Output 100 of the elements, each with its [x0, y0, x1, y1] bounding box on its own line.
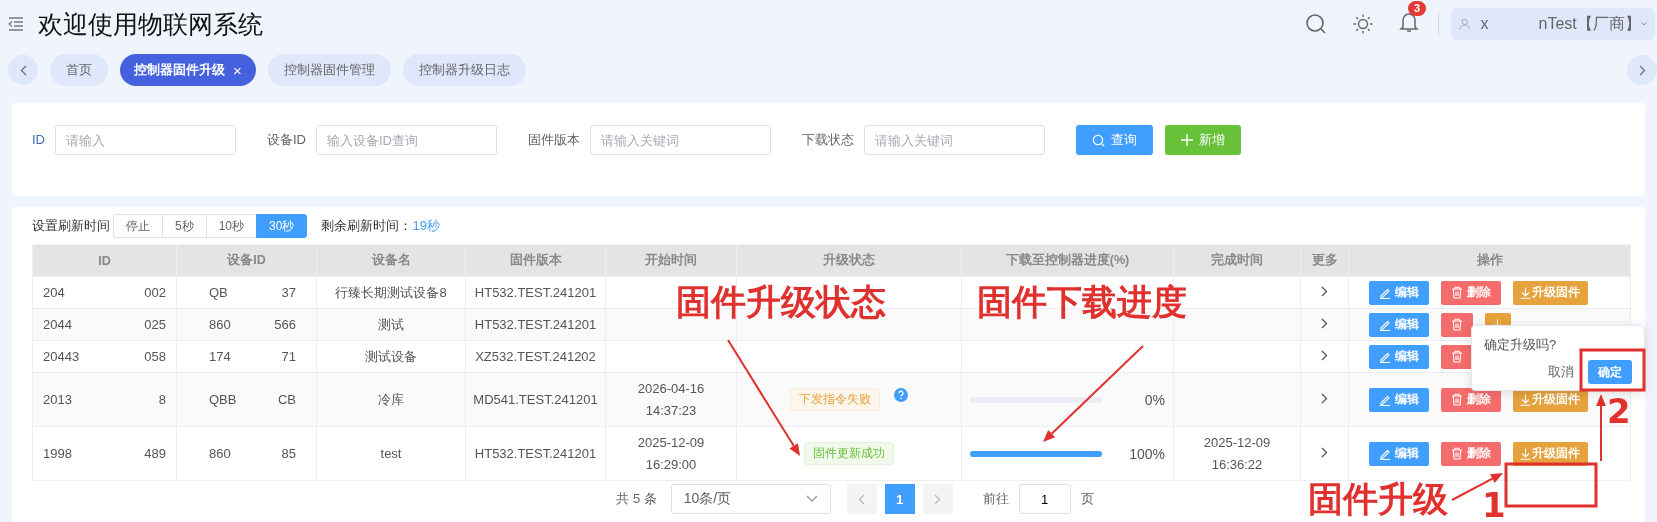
table-cell: 566 [274, 317, 296, 332]
user-name: x [1480, 15, 1489, 33]
interval-button[interactable]: 30秒 [256, 214, 308, 238]
table-cell: HT532.TEST.241201 [474, 317, 597, 332]
plus-icon [1181, 134, 1193, 146]
input-field[interactable]: 请输入关键词 [864, 125, 1045, 155]
tab[interactable]: 控制器升级日志 [402, 54, 526, 86]
table-cell: 002 [144, 285, 166, 300]
table-cell: 860 [209, 317, 231, 332]
cancel-link[interactable]: 取消 [1548, 363, 1574, 381]
column-header: ID [32, 244, 177, 277]
upgrade-button[interactable]: 升级固件 [1513, 280, 1588, 305]
field-label: 固件版本 [528, 131, 580, 149]
trash-icon [1451, 393, 1463, 406]
table-cell: 2026-04-16 14:37:23 [637, 380, 705, 418]
user-name: nTest【厂商】 [1538, 13, 1641, 34]
download-icon [1520, 447, 1531, 460]
interval-button[interactable]: 10秒 [205, 214, 258, 238]
table-cell: 2025-12-09 16:36:22 [1203, 434, 1271, 472]
step-number: 1 [1482, 488, 1506, 522]
table-cell: 058 [144, 349, 166, 364]
column-header: 更多 [1300, 244, 1349, 277]
close-icon[interactable]: × [233, 61, 242, 79]
edit-button[interactable]: 编辑 [1369, 344, 1429, 369]
delete-button[interactable] [1441, 312, 1473, 337]
table-cell: HT532.TEST.241201 [474, 446, 597, 461]
chevron-right-icon[interactable] [1321, 318, 1328, 329]
interval-button[interactable]: 停止 [113, 214, 163, 238]
user-menu[interactable]: x nTest【厂商】 [1451, 8, 1655, 40]
page-button[interactable]: 1 [884, 484, 915, 514]
download-icon [1520, 286, 1531, 299]
goto-label: 前往 [982, 490, 1009, 508]
chevron-right-icon[interactable] [1321, 447, 1328, 458]
table-cell: 8 [158, 392, 166, 407]
step-number: 2 [1607, 394, 1631, 428]
table-cell: 冷库 [378, 391, 404, 407]
menu-icon [8, 17, 24, 31]
delete-button[interactable]: 删除 [1441, 280, 1501, 305]
field-label: ID [32, 131, 45, 149]
confirm-button[interactable]: 确定 [1588, 360, 1632, 384]
page-title: 欢迎使用物联网系统 [38, 8, 263, 40]
help-icon[interactable] [894, 388, 908, 402]
page-input[interactable]: 1 [1018, 484, 1071, 514]
search-icon [1092, 133, 1105, 147]
edit-button[interactable]: 编辑 [1369, 387, 1429, 412]
table-cell: 2013 [43, 392, 72, 407]
total-count: 共 5 条 [616, 490, 657, 508]
delete-button[interactable]: 删除 [1441, 387, 1501, 412]
countdown-value: 19秒 [412, 217, 440, 235]
add-button[interactable]: 新增 [1165, 125, 1241, 155]
goto-label: 页 [1080, 490, 1094, 508]
chevron-right-icon [1638, 64, 1646, 76]
upgrade-button[interactable]: 升级固件 [1513, 441, 1588, 466]
sun-icon[interactable] [1353, 14, 1373, 34]
chevron-right-icon[interactable] [1321, 286, 1328, 297]
tab[interactable]: 控制器固件管理 [267, 54, 391, 86]
column-header: 完成时间 [1173, 244, 1301, 277]
column-header: 操作 [1348, 244, 1631, 277]
chevron-right-icon[interactable] [1321, 350, 1328, 361]
delete-button[interactable]: 删除 [1441, 441, 1501, 466]
table-cell: 85 [281, 446, 296, 461]
edit-button[interactable]: 编辑 [1369, 441, 1429, 466]
input-field[interactable]: 输入设备ID查询 [316, 125, 497, 155]
edit-button[interactable]: 编辑 [1369, 280, 1429, 305]
tab[interactable]: 首页 [50, 54, 108, 86]
confirm-message: 确定升级吗? [1484, 336, 1558, 354]
status-tag: 下发指令失败 [790, 388, 880, 411]
column-header: 升级状态 [736, 244, 962, 277]
trash-icon [1451, 286, 1463, 299]
table-cell: 2025-12-09 16:29:00 [637, 434, 705, 472]
input-field[interactable]: 请输入 [55, 125, 236, 155]
table-cell: 71 [281, 349, 296, 364]
tab[interactable]: 控制器固件升级 × [120, 54, 256, 86]
edit-button[interactable]: 编辑 [1369, 312, 1429, 337]
bell-icon[interactable] [1399, 11, 1419, 33]
input-field[interactable]: 请输入关键词 [590, 125, 771, 155]
progress-value: 0% [1143, 391, 1165, 408]
chevron-right-icon[interactable] [1321, 393, 1328, 404]
pencil-icon [1379, 393, 1391, 406]
pencil-icon [1379, 286, 1391, 299]
table-cell: test [380, 446, 402, 461]
column-header: 开始时间 [605, 244, 737, 277]
table-cell: 204 [43, 285, 65, 300]
table-cell: QB [209, 285, 228, 300]
table-cell: HT532.TEST.241201 [474, 285, 597, 300]
delete-button[interactable] [1441, 344, 1473, 369]
table-cell: XZ532.TEST.241202 [475, 349, 596, 364]
download-icon [1520, 393, 1531, 406]
table-cell: QBB [209, 392, 237, 407]
search-button[interactable]: 查询 [1076, 125, 1153, 155]
notification-badge: 3 [1408, 1, 1427, 16]
trash-icon [1451, 350, 1463, 363]
interval-button[interactable]: 5秒 [162, 214, 207, 238]
page-size-select[interactable]: 10条/页 [670, 484, 831, 514]
column-header: 设备名 [316, 244, 466, 277]
search-icon[interactable] [1305, 13, 1327, 35]
highlight-frame [1579, 348, 1646, 392]
chevron-left-icon [858, 493, 866, 505]
chevron-down-icon [1640, 20, 1647, 28]
field-label: 设备ID [267, 131, 306, 149]
